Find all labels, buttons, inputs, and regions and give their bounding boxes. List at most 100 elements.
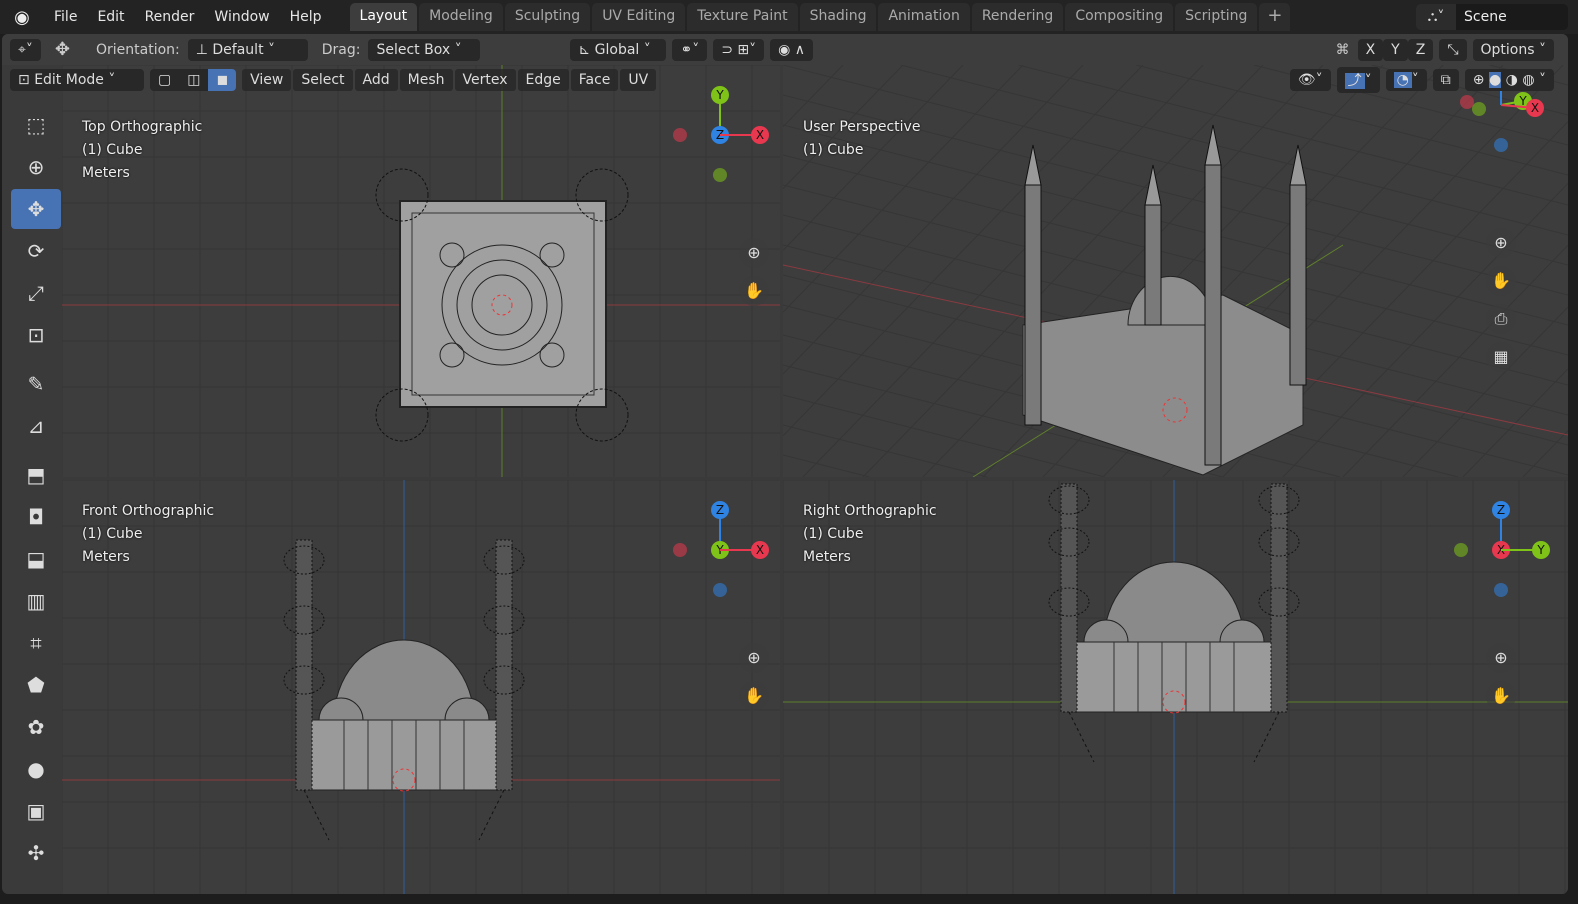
tab-texture-paint[interactable]: Texture Paint	[687, 3, 798, 31]
axis-x-toggle[interactable]: X	[1357, 38, 1384, 61]
transform-orientation-dropdown[interactable]: ⊾ Global ˅	[570, 38, 667, 61]
blender-logo-icon[interactable]: ◉	[0, 7, 44, 28]
shading-mode-buttons[interactable]: ⊕ ● ◑ ◍ ˅	[1464, 69, 1554, 91]
navigation-gizmo[interactable]: ZYX	[673, 501, 769, 597]
gizmo-axis-y[interactable]: Y	[1536, 543, 1545, 557]
pan-hand-icon[interactable]: ✋	[739, 681, 769, 711]
selectability-visibility-icon[interactable]: 👁˅	[1289, 69, 1331, 91]
tab-layout[interactable]: Layout	[349, 3, 418, 31]
tool-loop-cut-icon[interactable]: ▥	[11, 581, 61, 621]
mode-dropdown[interactable]: ⊡ Edit Mode ˅	[10, 69, 144, 91]
snap-icon[interactable]: ⊃ ⊞˅	[713, 38, 765, 61]
tab-compositing[interactable]: Compositing	[1065, 3, 1174, 31]
pan-hand-icon[interactable]: ✋	[1486, 681, 1516, 711]
menu-vertex[interactable]: Vertex	[454, 69, 516, 91]
zoom-icon[interactable]: ⊕	[1486, 643, 1516, 673]
gizmo-axis-x[interactable]: X	[756, 128, 764, 142]
menu-face[interactable]: Face	[570, 69, 619, 91]
tab-rendering[interactable]: Rendering	[971, 3, 1064, 31]
gizmo-axis-x[interactable]: X	[1531, 101, 1539, 115]
tab-uv-editing[interactable]: UV Editing	[592, 3, 686, 31]
gizmo-axis-x[interactable]: X	[756, 543, 764, 557]
tool-icon[interactable]: ⌖˅	[10, 38, 41, 61]
face-select-mode[interactable]: ◼	[208, 69, 237, 91]
tool-knife-icon[interactable]: ⌗	[11, 623, 61, 663]
pan-hand-icon[interactable]: ✋	[1486, 266, 1516, 296]
gizmo-axis-z[interactable]: Z	[716, 503, 724, 517]
topology-mirror-icon[interactable]: ⤡	[1439, 38, 1467, 61]
menu-help[interactable]: Help	[280, 9, 332, 25]
axis-z-toggle[interactable]: Z	[1407, 38, 1434, 61]
menu-edge[interactable]: Edge	[517, 69, 569, 91]
tool-transform-icon[interactable]: ⊡	[11, 315, 61, 355]
viewport-units: Meters	[82, 165, 130, 181]
scene-name[interactable]: Scene	[1456, 4, 1568, 30]
viewport-user-perspective[interactable]: ZYXUser Perspective(1) Cube⊕✋⎙▦	[783, 65, 1568, 477]
zoom-icon[interactable]: ⊕	[739, 238, 769, 268]
tool-rotate-icon[interactable]: ⟳	[11, 231, 61, 271]
viewport-right-orthographic[interactable]: Z X Y Right Orthographic (1) Cube Meters ⊕ ✋	[783, 480, 1568, 894]
tool-shear-icon[interactable]: ✣	[11, 833, 61, 873]
tool-spin-icon[interactable]: ✿	[11, 707, 61, 747]
camera-icon[interactable]: ⎙	[1486, 304, 1516, 334]
viewport-front-orthographic[interactable]: ZYX Front Orthographic (1) Cube Meters ⊕ ✋	[62, 480, 780, 894]
pan-hand-icon[interactable]: ✋	[739, 276, 769, 306]
tab-animation[interactable]: Animation	[878, 3, 970, 31]
tool-poly-build-icon[interactable]: ⬟	[11, 665, 61, 705]
tool-smooth-icon[interactable]: ●	[11, 749, 61, 789]
tool-cursor-icon[interactable]: ⊕	[11, 147, 61, 187]
xray-toggle-icon[interactable]: ⧉	[1432, 69, 1459, 91]
tool-move-icon[interactable]: ✥	[11, 189, 61, 229]
orientation-value: Default	[212, 41, 264, 58]
tool-scale-icon[interactable]: ⤢	[11, 273, 61, 313]
tool-select-box-icon[interactable]: ⬚	[11, 105, 61, 145]
add-workspace-button[interactable]: +	[1259, 3, 1291, 31]
ortho-grid-icon[interactable]: ▦	[1486, 342, 1516, 372]
menu-uv[interactable]: UV	[620, 69, 657, 91]
gizmo-axis-z[interactable]: Z	[1497, 503, 1505, 517]
tool-measure-icon[interactable]: ⊿	[11, 406, 61, 446]
tab-sculpting[interactable]: Sculpting	[504, 3, 591, 31]
options-dropdown[interactable]: Options ˅	[1472, 38, 1554, 61]
menu-add[interactable]: Add	[354, 69, 398, 91]
navigation-gizmo[interactable]: YZ X	[673, 86, 769, 182]
tool-extrude-icon[interactable]: ⬒	[11, 455, 61, 495]
edge-select-mode[interactable]: ◫	[179, 69, 209, 91]
viewport-top-orthographic[interactable]: Y Z X Top Orthographic (1) Cube Meters ⊕ ✋	[62, 65, 780, 477]
navigation-gizmo[interactable]: ZX Y	[1454, 501, 1550, 597]
rendered-shading-icon[interactable]: ◍	[1522, 72, 1534, 88]
menu-window[interactable]: Window	[204, 9, 279, 25]
mirror-icon[interactable]: ⌘	[1336, 42, 1350, 58]
tab-scripting[interactable]: Scripting	[1175, 3, 1258, 31]
tool-inset-icon[interactable]: ◘	[11, 497, 61, 537]
tool-shrink-fatten-icon[interactable]: ▣	[11, 791, 61, 831]
gizmo-toggle-icon[interactable]: ⤴ ˅	[1336, 67, 1380, 93]
tool-bevel-icon[interactable]: ⬓	[11, 539, 61, 579]
menu-file[interactable]: File	[44, 9, 87, 25]
menu-view[interactable]: View	[242, 69, 292, 91]
tab-shading[interactable]: Shading	[799, 3, 877, 31]
tool-annotate-icon[interactable]: ✎	[11, 364, 61, 404]
scene-selector[interactable]: ⛬˅ Scene	[1416, 4, 1568, 30]
drag-dropdown[interactable]: Select Box ˅	[368, 38, 481, 61]
orientation-dropdown[interactable]: ⊥ Default ˅	[187, 38, 308, 61]
zoom-icon[interactable]: ⊕	[1486, 228, 1516, 258]
menu-select[interactable]: Select	[293, 69, 353, 91]
overlay-toggle-icon[interactable]: ◔ ˅	[1385, 69, 1427, 91]
drag-label: Drag:	[321, 41, 361, 58]
axis-y-toggle[interactable]: Y	[1383, 38, 1408, 61]
menu-render[interactable]: Render	[135, 9, 205, 25]
tab-modeling[interactable]: Modeling	[419, 3, 503, 31]
menu-edit[interactable]: Edit	[87, 9, 134, 25]
solid-shading-icon[interactable]: ●	[1488, 72, 1502, 88]
viewport-object: (1) Cube	[82, 142, 143, 158]
material-shading-icon[interactable]: ◑	[1506, 72, 1518, 88]
scene-icon[interactable]: ⛬˅	[1416, 4, 1456, 30]
proportional-edit-icon[interactable]: ◉ ∧	[770, 38, 814, 61]
vertex-select-mode[interactable]: ▢	[150, 69, 180, 91]
pivot-icon[interactable]: ⚭˅	[672, 38, 708, 61]
menu-mesh[interactable]: Mesh	[399, 69, 453, 91]
3d-viewport-area: ⌖˅ ✥ Orientation: ⊥ Default ˅ Drag: Sele…	[2, 34, 1568, 894]
wireframe-shading-icon[interactable]: ⊕	[1473, 72, 1485, 88]
zoom-icon[interactable]: ⊕	[739, 643, 769, 673]
